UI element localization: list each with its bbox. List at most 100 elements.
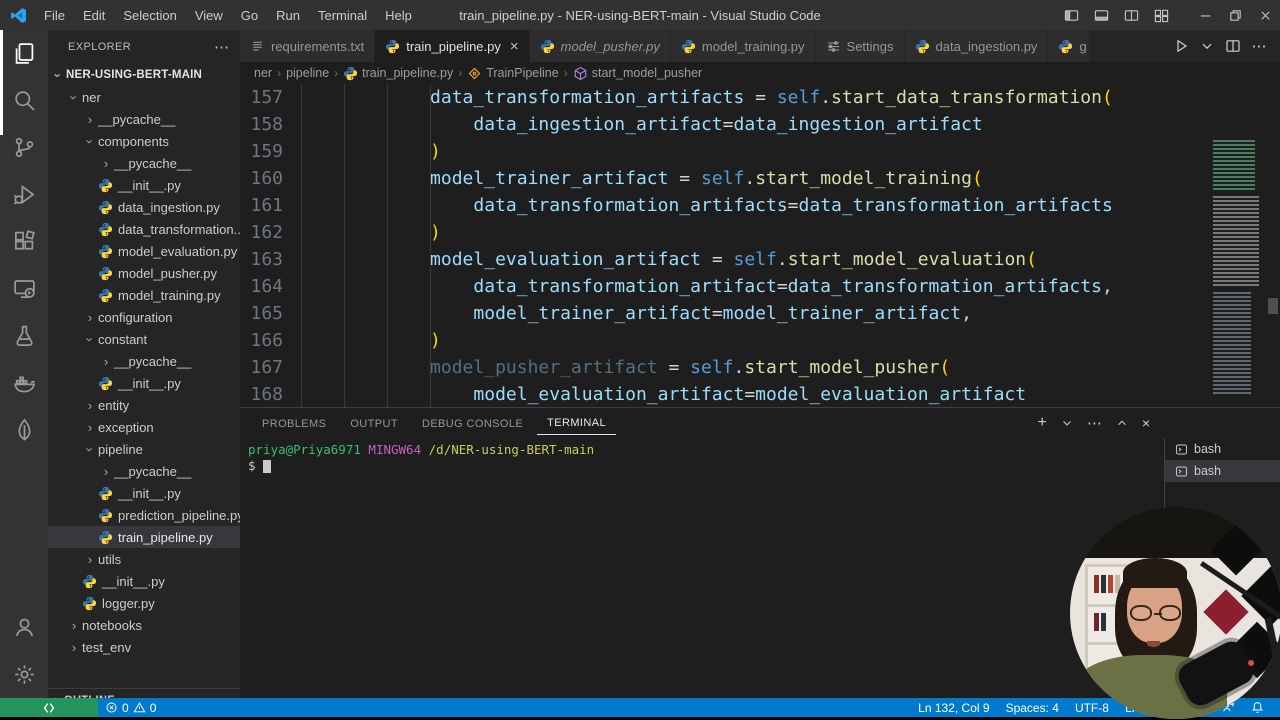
- layout-sidebar-button[interactable]: [1056, 0, 1086, 30]
- tree-item-label: __pycache__: [98, 111, 176, 127]
- tab-data-ingestion-py[interactable]: data_ingestion.py: [904, 30, 1049, 62]
- tree-item-entity[interactable]: › entity: [48, 394, 240, 416]
- tab-model-pusher-py[interactable]: model_pusher.py: [529, 30, 671, 62]
- terminal-more-button[interactable]: ⋯: [1087, 414, 1102, 432]
- close-button[interactable]: [1250, 0, 1280, 30]
- activity-mongodb[interactable]: [0, 406, 48, 453]
- more-actions-button[interactable]: ⋯: [1248, 35, 1270, 57]
- tab-model-training-py[interactable]: model_training.py: [670, 30, 816, 62]
- tree-item-ner[interactable]: › ner: [48, 86, 240, 108]
- tree-item-utils[interactable]: › utils: [48, 548, 240, 570]
- tree-item-pipeline[interactable]: › pipeline: [48, 438, 240, 460]
- activity-manage[interactable]: [0, 651, 48, 698]
- close-tab-icon[interactable]: ×: [510, 38, 519, 55]
- code-editor[interactable]: 157 data_transformation_artifacts = self…: [240, 84, 1280, 407]
- tree-item-data-ingestion-py[interactable]: data_ingestion.py: [48, 196, 240, 218]
- maximize-panel-button[interactable]: [1115, 416, 1129, 430]
- menu-terminal[interactable]: Terminal: [309, 0, 376, 30]
- tab-train-pipeline-py[interactable]: train_pipeline.py ×: [375, 30, 530, 62]
- breadcrumb-trainpipeline[interactable]: TrainPipeline: [467, 66, 559, 80]
- tree-item--init-py[interactable]: __init__.py: [48, 570, 240, 592]
- tree-item-logger-py[interactable]: logger.py: [48, 592, 240, 614]
- explorer-more-actions[interactable]: ⋯: [214, 38, 230, 56]
- menu-go[interactable]: Go: [232, 0, 267, 30]
- terminal-instance-bash[interactable]: bash: [1165, 438, 1280, 460]
- minimap[interactable]: [1211, 138, 1262, 407]
- problems-status[interactable]: 0 0: [98, 698, 163, 717]
- breadcrumb-train-pipeline-py[interactable]: train_pipeline.py: [343, 66, 453, 80]
- menu-selection[interactable]: Selection: [114, 0, 185, 30]
- activity-explorer[interactable]: [0, 30, 48, 77]
- menu-run[interactable]: Run: [267, 0, 309, 30]
- terminal-instance-bash[interactable]: bash: [1165, 460, 1280, 482]
- minimize-button[interactable]: [1190, 0, 1220, 30]
- run-python-file-button[interactable]: [1170, 35, 1192, 57]
- breadcrumb-start-model-pusher[interactable]: start_model_pusher: [573, 66, 702, 80]
- terminal-profile-dropdown-button[interactable]: [1060, 416, 1074, 430]
- tree-item-constant[interactable]: › constant: [48, 328, 240, 350]
- terminalsq-icon: [1175, 465, 1188, 478]
- new-terminal-button[interactable]: +: [1037, 415, 1046, 431]
- tab-settings[interactable]: Settings: [815, 30, 905, 62]
- status-cursor-position[interactable]: Ln 132, Col 9: [910, 698, 997, 717]
- code-lines: 157 data_transformation_artifacts = self…: [240, 84, 1280, 407]
- tree-item--pycache-[interactable]: › __pycache__: [48, 350, 240, 372]
- tree-item--init-py[interactable]: __init__.py: [48, 482, 240, 504]
- tree-item-components[interactable]: › components: [48, 130, 240, 152]
- tree-item--init-py[interactable]: __init__.py: [48, 174, 240, 196]
- line-number: 164: [250, 276, 283, 297]
- tree-item-exception[interactable]: › exception: [48, 416, 240, 438]
- tabs-scroll: requirements.txt train_pipeline.py × model_…: [240, 30, 1170, 62]
- tree-item-train-pipeline-py[interactable]: train_pipeline.py: [48, 526, 240, 548]
- tree-item-test-env[interactable]: › test_env: [48, 636, 240, 658]
- restore-button[interactable]: [1220, 0, 1250, 30]
- breadcrumb-pipeline[interactable]: pipeline: [286, 66, 329, 80]
- chevron-down-icon: ›: [82, 336, 98, 342]
- tree-root[interactable]: › NER-USING-BERT-MAIN: [48, 64, 240, 86]
- terminal-content[interactable]: priya@Priya6971 MINGW64 /d/NER-using-BER…: [248, 442, 594, 474]
- tree-item-model-training-py[interactable]: model_training.py: [48, 284, 240, 306]
- breadcrumb-ner[interactable]: ner: [254, 66, 272, 80]
- activity-accounts[interactable]: [0, 604, 48, 651]
- activity-remote-explorer[interactable]: [0, 265, 48, 312]
- activity-docker[interactable]: [0, 359, 48, 406]
- close-panel-button[interactable]: ×: [1142, 416, 1150, 430]
- tree-item--pycache-[interactable]: › __pycache__: [48, 108, 240, 130]
- activity-extensions[interactable]: [0, 218, 48, 265]
- scrollbar-thumb[interactable]: [1268, 298, 1278, 314]
- tab-requirements-txt[interactable]: requirements.txt: [240, 30, 376, 62]
- menu-view[interactable]: View: [186, 0, 232, 30]
- layout-split-button[interactable]: [1116, 0, 1146, 30]
- panel-tab-output[interactable]: OUTPUT: [340, 412, 408, 435]
- tree-item-prediction-pipeline-py[interactable]: prediction_pipeline.py: [48, 504, 240, 526]
- menu-help[interactable]: Help: [376, 0, 421, 30]
- editor-scrollbar[interactable]: [1266, 84, 1280, 407]
- tree-item--pycache-[interactable]: › __pycache__: [48, 460, 240, 482]
- activity-run-and-debug[interactable]: [0, 171, 48, 218]
- layout-grid-button[interactable]: [1146, 0, 1176, 30]
- tree-item--pycache-[interactable]: › __pycache__: [48, 152, 240, 174]
- panel-tab-debug-console[interactable]: DEBUG CONSOLE: [412, 412, 533, 435]
- menu-edit[interactable]: Edit: [74, 0, 114, 30]
- split-editor-button[interactable]: [1222, 35, 1244, 57]
- activity-search[interactable]: [0, 77, 48, 124]
- tree-item-configuration[interactable]: › configuration: [48, 306, 240, 328]
- breadcrumb-separator: ›: [277, 66, 282, 80]
- tree-item-model-evaluation-py[interactable]: model_evaluation.py: [48, 240, 240, 262]
- tree-item--init-py[interactable]: __init__.py: [48, 372, 240, 394]
- status-indentation[interactable]: Spaces: 4: [998, 698, 1067, 717]
- layout-panel-button[interactable]: [1086, 0, 1116, 30]
- panel-tab-terminal[interactable]: TERMINAL: [537, 411, 616, 435]
- tree-item-data-transformation-[interactable]: data_transformation....: [48, 218, 240, 240]
- panel-tab-problems[interactable]: PROBLEMS: [252, 412, 336, 435]
- menu-file[interactable]: File: [35, 0, 74, 30]
- activity-testing[interactable]: [0, 312, 48, 359]
- remote-indicator[interactable]: [0, 698, 98, 717]
- activity-source-control[interactable]: [0, 124, 48, 171]
- section-outline[interactable]: ›OUTLINE: [48, 688, 240, 698]
- tab-g[interactable]: g: [1048, 30, 1091, 62]
- tree-item-label: test_env: [82, 639, 132, 655]
- tree-item-notebooks[interactable]: › notebooks: [48, 614, 240, 636]
- tree-item-model-pusher-py[interactable]: model_pusher.py: [48, 262, 240, 284]
- run-dropdown-button[interactable]: [1196, 35, 1218, 57]
